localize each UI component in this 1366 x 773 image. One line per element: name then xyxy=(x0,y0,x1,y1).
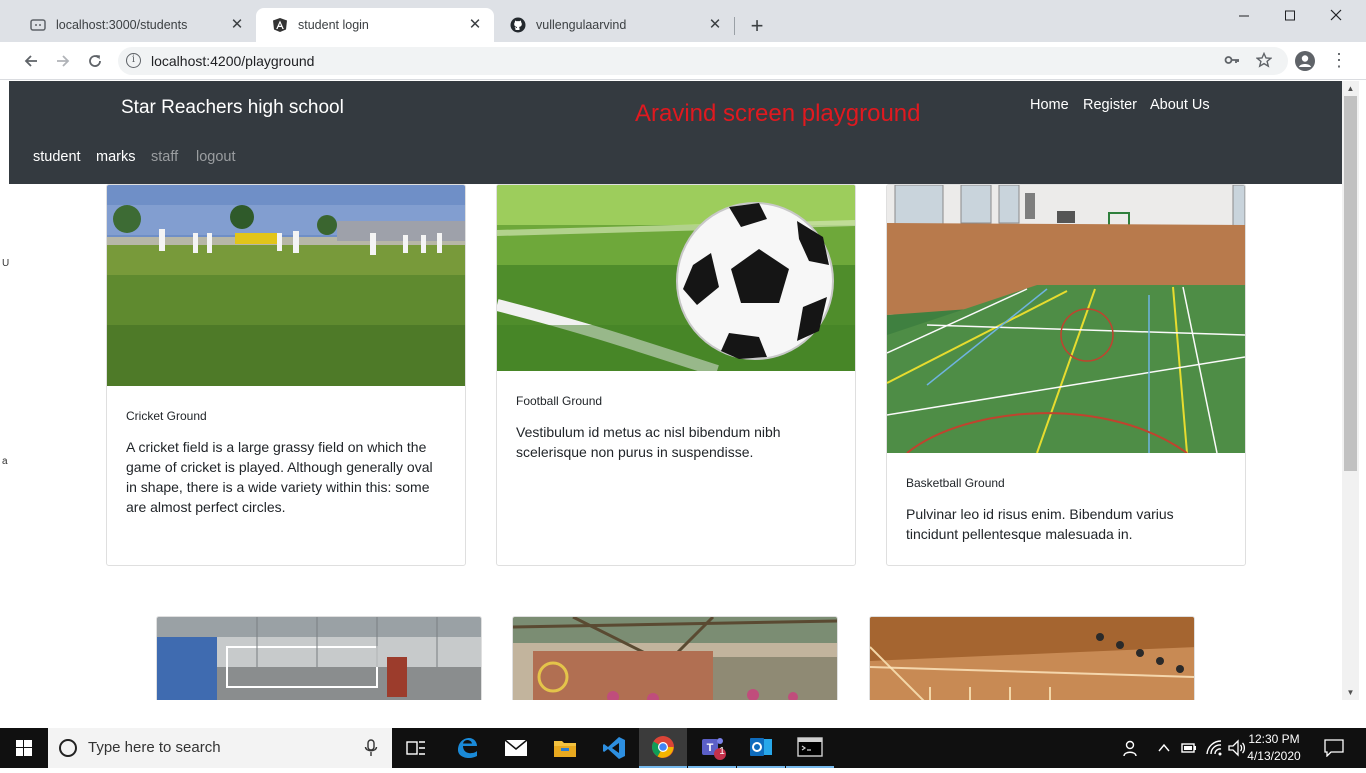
indoor-hall-image xyxy=(156,616,482,700)
nav-link-home[interactable]: Home xyxy=(1030,97,1069,113)
tab-title: localhost:3000/students xyxy=(56,18,188,32)
nav-link-student[interactable]: student xyxy=(33,149,81,165)
minimize-button[interactable] xyxy=(1221,4,1267,30)
edge-browser-icon[interactable] xyxy=(443,728,491,768)
browser-window: localhost:3000/students ✕ student login … xyxy=(0,0,1366,768)
maximize-button[interactable] xyxy=(1267,4,1313,30)
forward-arrow-icon[interactable] xyxy=(50,48,76,74)
nav-link-register[interactable]: Register xyxy=(1083,97,1137,113)
close-window-button[interactable] xyxy=(1313,4,1359,30)
nav-link-staff[interactable]: staff xyxy=(151,149,178,165)
address-bar[interactable]: i localhost:4200/playground xyxy=(118,47,1288,75)
page-scrollbar[interactable]: ▲ ▼ xyxy=(1342,81,1359,700)
search-placeholder: Type here to search xyxy=(88,739,221,756)
windows-start-icon[interactable] xyxy=(0,728,48,768)
file-explorer-icon[interactable] xyxy=(541,728,589,768)
teams-notification-badge: 1 xyxy=(719,746,725,757)
wifi-icon[interactable] xyxy=(1205,739,1223,760)
site-info-icon[interactable]: i xyxy=(126,53,141,68)
nav-link-about-us[interactable]: About Us xyxy=(1150,97,1210,113)
angular-icon xyxy=(272,17,288,33)
svg-text:T: T xyxy=(707,742,714,754)
bookmark-star-icon[interactable] xyxy=(1255,51,1273,72)
taskbar-clock[interactable]: 12:30 PM 4/13/2020 xyxy=(1243,731,1305,765)
tab-title: student login xyxy=(298,18,369,32)
mail-icon[interactable] xyxy=(492,728,540,768)
tab-strip: localhost:3000/students ✕ student login … xyxy=(0,0,1366,42)
close-tab-icon[interactable]: ✕ xyxy=(706,16,724,34)
microphone-icon[interactable] xyxy=(364,739,378,757)
cricket-field-image xyxy=(107,185,465,386)
card-text: Vestibulum id metus ac nisl bibendum nib… xyxy=(516,424,781,460)
card-title: Cricket Ground xyxy=(126,409,207,423)
new-tab-button[interactable]: + xyxy=(744,14,770,40)
scrollbar-thumb[interactable] xyxy=(1344,96,1357,471)
card-text: Pulvinar leo id risus enim. Bibendum var… xyxy=(906,506,1174,542)
close-tab-icon[interactable]: ✕ xyxy=(228,16,246,34)
site-navbar: Star Reachers high school Aravind screen… xyxy=(9,81,1342,184)
playground-image xyxy=(512,616,838,700)
close-tab-icon[interactable]: ✕ xyxy=(466,16,484,34)
vscode-icon[interactable] xyxy=(590,728,638,768)
reload-icon[interactable] xyxy=(82,48,108,74)
task-view-icon[interactable] xyxy=(392,728,440,768)
windows-taskbar: Type here to search T 1 12:30 PM 4/13/20… xyxy=(0,728,1366,768)
people-icon[interactable] xyxy=(1121,739,1137,760)
tab-student-login[interactable]: student login ✕ xyxy=(256,8,494,42)
soccer-ball-image xyxy=(497,185,855,371)
wooden-hall-image xyxy=(869,616,1195,700)
key-icon[interactable] xyxy=(1224,52,1240,72)
card-title: Football Ground xyxy=(516,394,603,408)
terminal-icon[interactable] xyxy=(786,728,834,768)
back-arrow-icon[interactable] xyxy=(18,48,44,74)
tab-title: vullengulaarvind xyxy=(536,18,627,32)
chevron-up-icon[interactable] xyxy=(1157,739,1171,760)
url-text[interactable]: localhost:4200/playground xyxy=(151,53,314,69)
card-basketball-ground: Basketball Ground Pulvinar leo id risus … xyxy=(886,184,1246,566)
clipped-edge-char: U xyxy=(2,258,10,269)
card-text: A cricket field is a large grassy field … xyxy=(126,439,433,515)
clipped-edge-char: a xyxy=(2,456,8,467)
page-title: Aravind screen playground xyxy=(635,100,921,127)
card-title: Basketball Ground xyxy=(906,476,1005,490)
site-brand[interactable]: Star Reachers high school xyxy=(121,97,344,119)
tab-localhost-students[interactable]: localhost:3000/students ✕ xyxy=(14,8,256,42)
github-icon xyxy=(510,17,526,33)
indoor-court-image xyxy=(887,185,1245,453)
outlook-icon[interactable] xyxy=(737,728,785,768)
browser-menu-icon[interactable]: ⋮ xyxy=(1330,49,1348,71)
nav-link-logout[interactable]: logout xyxy=(196,149,236,165)
clock-time: 12:30 PM xyxy=(1248,732,1300,746)
browser-toolbar: i localhost:4200/playground xyxy=(0,42,1366,80)
teams-icon[interactable]: T 1 xyxy=(688,728,736,768)
battery-icon[interactable] xyxy=(1181,739,1197,760)
page-favicon-icon xyxy=(30,17,46,33)
tab-github[interactable]: vullengulaarvind ✕ xyxy=(494,8,734,42)
clock-date: 4/13/2020 xyxy=(1247,749,1301,763)
chrome-icon[interactable] xyxy=(639,728,687,768)
card-football-ground: Football Ground Vestibulum id metus ac n… xyxy=(496,184,856,566)
scroll-up-arrow-icon[interactable]: ▲ xyxy=(1342,81,1359,96)
tab-divider xyxy=(734,17,735,35)
taskbar-search-box[interactable]: Type here to search xyxy=(48,728,392,768)
web-page: Star Reachers high school Aravind screen… xyxy=(9,81,1342,700)
nav-link-marks[interactable]: marks xyxy=(96,149,135,165)
search-icon xyxy=(59,739,77,757)
profile-avatar-icon[interactable] xyxy=(1295,51,1315,71)
card-cricket-ground: Cricket Ground A cricket field is a larg… xyxy=(106,184,466,566)
notifications-icon[interactable] xyxy=(1324,739,1344,760)
scroll-down-arrow-icon[interactable]: ▼ xyxy=(1342,685,1359,700)
